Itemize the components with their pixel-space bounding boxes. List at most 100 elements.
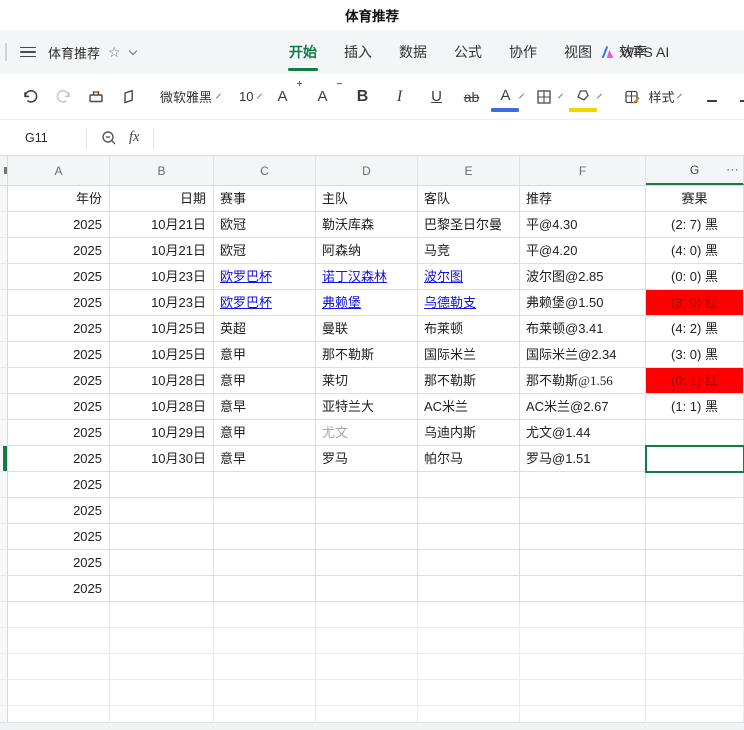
cell[interactable] bbox=[520, 654, 646, 680]
cell[interactable]: 推荐 bbox=[520, 186, 646, 212]
cell[interactable]: 欧冠 bbox=[214, 238, 316, 264]
row-header-strip[interactable] bbox=[0, 212, 8, 238]
cell[interactable]: 10月28日 bbox=[110, 394, 214, 420]
row-header-strip[interactable] bbox=[0, 446, 8, 472]
search-icon[interactable] bbox=[101, 130, 117, 146]
cell[interactable]: 欧罗巴杯 bbox=[214, 264, 316, 290]
cell[interactable] bbox=[8, 628, 110, 654]
cell[interactable] bbox=[520, 524, 646, 550]
cell[interactable] bbox=[646, 680, 744, 706]
cell[interactable] bbox=[418, 602, 520, 628]
cell[interactable]: 10月21日 bbox=[110, 238, 214, 264]
row-header-strip[interactable] bbox=[0, 498, 8, 524]
row-header-strip[interactable] bbox=[0, 238, 8, 264]
cell[interactable] bbox=[418, 628, 520, 654]
cell[interactable]: 曼联 bbox=[316, 316, 418, 342]
cell[interactable] bbox=[316, 550, 418, 576]
cell[interactable] bbox=[520, 628, 646, 654]
row-header-strip[interactable] bbox=[0, 472, 8, 498]
cell[interactable] bbox=[110, 628, 214, 654]
cell[interactable] bbox=[110, 550, 214, 576]
cell[interactable]: (2: 7) 黑 bbox=[646, 212, 744, 238]
cell[interactable]: (4: 0) 黑 bbox=[646, 238, 744, 264]
cell[interactable] bbox=[520, 550, 646, 576]
font-size-select[interactable]: 10 bbox=[239, 89, 253, 104]
cell[interactable]: 赛事 bbox=[214, 186, 316, 212]
cell[interactable] bbox=[110, 576, 214, 602]
cell[interactable] bbox=[214, 680, 316, 706]
cell[interactable]: 2025 bbox=[8, 316, 110, 342]
formula-input[interactable] bbox=[154, 120, 744, 155]
underline-button[interactable]: U bbox=[424, 83, 448, 111]
chevron-down-icon[interactable] bbox=[128, 46, 137, 55]
cell[interactable]: 10月25日 bbox=[110, 316, 214, 342]
cell[interactable] bbox=[520, 498, 646, 524]
cell[interactable]: 亚特兰大 bbox=[316, 394, 418, 420]
font-name-select[interactable]: 微软雅黑 bbox=[160, 87, 212, 106]
cell[interactable]: 2025 bbox=[8, 472, 110, 498]
cell[interactable]: AC米兰 bbox=[418, 394, 520, 420]
cell[interactable]: 乌迪内斯 bbox=[418, 420, 520, 446]
align-left-button[interactable] bbox=[700, 83, 724, 111]
more-columns-indicator[interactable]: ⋯ bbox=[726, 162, 740, 178]
cell[interactable]: 国际米兰 bbox=[418, 342, 520, 368]
cell[interactable]: 意甲 bbox=[214, 368, 316, 394]
document-tab[interactable]: 体育推荐 bbox=[48, 43, 100, 62]
cell[interactable]: 2025 bbox=[8, 212, 110, 238]
row-header-strip[interactable] bbox=[0, 420, 8, 446]
cell[interactable] bbox=[418, 524, 520, 550]
cell[interactable]: 弗赖堡@1.50 bbox=[520, 290, 646, 316]
cell[interactable]: 波尔图@2.85 bbox=[520, 264, 646, 290]
eraser-icon[interactable] bbox=[117, 83, 141, 111]
column-header-E[interactable]: E bbox=[418, 156, 520, 185]
cell[interactable]: 乌德勒支 bbox=[418, 290, 520, 316]
cell[interactable] bbox=[316, 472, 418, 498]
cell[interactable] bbox=[214, 628, 316, 654]
star-icon[interactable]: ☆ bbox=[108, 44, 121, 61]
row-header-strip[interactable] bbox=[0, 524, 8, 550]
cell[interactable] bbox=[110, 498, 214, 524]
cell[interactable]: 尤文 bbox=[316, 420, 418, 446]
cell[interactable] bbox=[316, 498, 418, 524]
cell[interactable] bbox=[8, 680, 110, 706]
cell[interactable]: 年份 bbox=[8, 186, 110, 212]
cell[interactable] bbox=[110, 654, 214, 680]
cell[interactable]: AC米兰@2.67 bbox=[520, 394, 646, 420]
row-header-strip[interactable] bbox=[0, 368, 8, 394]
cell[interactable]: 诺丁汉森林 bbox=[316, 264, 418, 290]
cell[interactable]: 那不勒斯@1.56 bbox=[520, 368, 646, 394]
cell[interactable] bbox=[214, 472, 316, 498]
cell[interactable] bbox=[110, 472, 214, 498]
cell[interactable]: 布莱顿 bbox=[418, 316, 520, 342]
cell[interactable]: 10月23日 bbox=[110, 264, 214, 290]
cell[interactable]: 10月25日 bbox=[110, 342, 214, 368]
row-header-strip[interactable] bbox=[0, 264, 8, 290]
cell[interactable] bbox=[418, 576, 520, 602]
cell[interactable] bbox=[645, 445, 744, 473]
cell[interactable]: 罗马 bbox=[316, 446, 418, 472]
chevron-down-icon[interactable] bbox=[597, 93, 603, 98]
cell[interactable]: 国际米兰@2.34 bbox=[520, 342, 646, 368]
cell[interactable] bbox=[110, 602, 214, 628]
redo-button[interactable] bbox=[51, 83, 75, 111]
cell[interactable]: 尤文@1.44 bbox=[520, 420, 646, 446]
select-all-corner[interactable] bbox=[0, 156, 8, 185]
ribbon-tab-2[interactable]: 数据 bbox=[390, 30, 436, 74]
cell-reference-box[interactable]: G11 bbox=[0, 131, 86, 145]
cell[interactable] bbox=[646, 472, 744, 498]
cell[interactable]: (3: 0) 黑 bbox=[646, 342, 744, 368]
cell[interactable]: 10月29日 bbox=[110, 420, 214, 446]
row-header-strip[interactable] bbox=[0, 654, 8, 680]
cell[interactable]: 意甲 bbox=[214, 342, 316, 368]
cell[interactable]: 意早 bbox=[214, 446, 316, 472]
cell[interactable]: 10月28日 bbox=[110, 368, 214, 394]
cell[interactable] bbox=[646, 628, 744, 654]
cell[interactable]: 莱切 bbox=[316, 368, 418, 394]
cell[interactable]: (0: 0) 黑 bbox=[646, 264, 744, 290]
cell[interactable] bbox=[8, 654, 110, 680]
cell[interactable]: 2025 bbox=[8, 264, 110, 290]
cell[interactable]: 2025 bbox=[8, 238, 110, 264]
cell[interactable] bbox=[214, 550, 316, 576]
column-header-C[interactable]: C bbox=[214, 156, 316, 185]
cell[interactable]: 布莱顿@3.41 bbox=[520, 316, 646, 342]
